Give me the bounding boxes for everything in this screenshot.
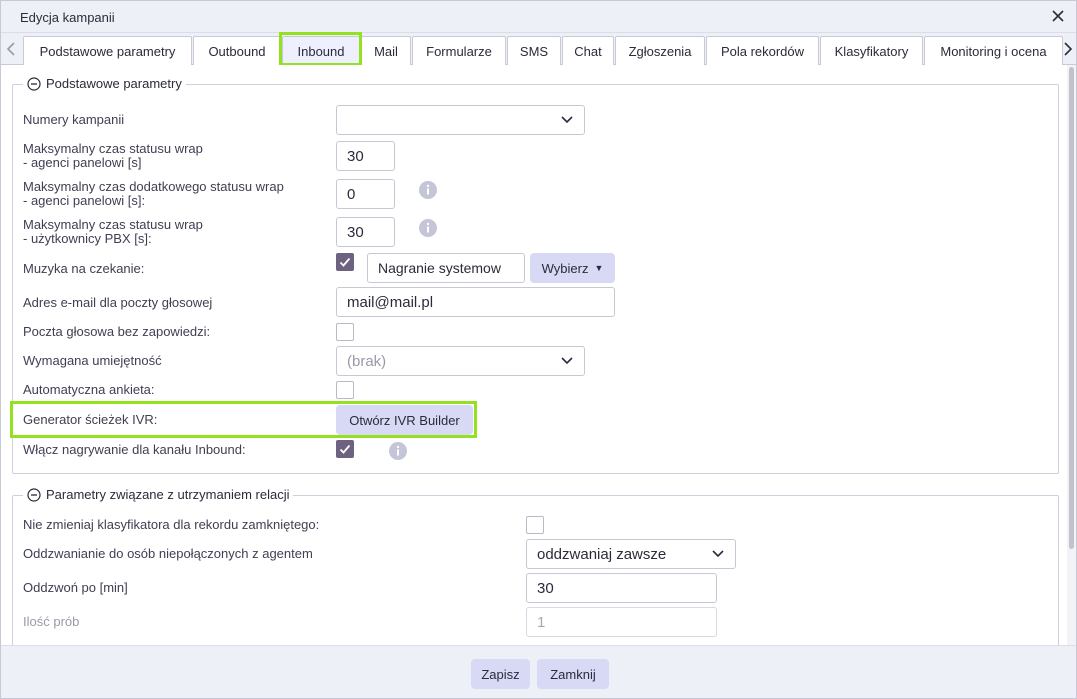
content-area: Podstawowe parametry Numery kampanii Mak… xyxy=(1,65,1069,665)
callback-after-label: Oddzwoń po [min] xyxy=(23,580,128,595)
tab-inbound[interactable]: Inbound xyxy=(282,36,360,65)
info-icon[interactable] xyxy=(389,442,407,460)
voicemail-no-announcement-label: Poczta głosowa bez zapowiedzi: xyxy=(23,324,211,339)
close-icon[interactable] xyxy=(1048,6,1068,26)
pbx-wrap-time-input[interactable]: 30 xyxy=(336,217,395,247)
ivr-generator-label: Generator ścieżek IVR: xyxy=(23,412,158,427)
keep-classifier-checkbox[interactable] xyxy=(526,516,544,534)
voicemail-no-announcement-checkbox[interactable] xyxy=(336,323,354,341)
campaign-edit-dialog: Edycja kampanii Podstawowe parametry Out… xyxy=(0,0,1077,699)
inbound-recording-label: Włącz nagrywanie dla kanału Inbound: xyxy=(23,442,246,457)
callback-label: Oddzwanianie do osób niepołączonych z ag… xyxy=(23,546,313,561)
save-button[interactable]: Zapisz xyxy=(471,659,530,689)
tab-klasyfikatory[interactable]: Klasyfikatory xyxy=(820,36,923,65)
auto-survey-label: Automatyczna ankieta: xyxy=(23,382,155,397)
chevron-down-icon xyxy=(560,115,574,125)
section-relationship-params-legend[interactable]: Parametry związane z utrzymaniem relacji xyxy=(23,487,294,502)
hold-music-value: Nagranie systemow xyxy=(367,253,525,283)
auto-survey-checkbox[interactable] xyxy=(336,381,354,399)
attempts-input[interactable]: 1 xyxy=(526,607,717,637)
wrap-time-label-line1: Maksymalny czas statusu wrap xyxy=(23,141,203,156)
keep-classifier-label: Nie zmieniaj klasyfikatora dla rekordu z… xyxy=(23,517,320,532)
tab-formularze[interactable]: Formularze xyxy=(412,36,506,65)
tab-pola-rekordow[interactable]: Pola rekordów xyxy=(706,36,819,65)
tab-podstawowe-parametry[interactable]: Podstawowe parametry xyxy=(23,36,192,65)
chevron-right-icon[interactable] xyxy=(1062,39,1074,59)
callback-select[interactable]: oddzwaniaj zawsze xyxy=(526,539,736,569)
wrap-time-label-line2: - agenci panelowi [s] xyxy=(23,155,142,170)
tab-zgloszenia[interactable]: Zgłoszenia xyxy=(615,36,705,65)
info-icon[interactable] xyxy=(419,219,437,237)
collapse-icon[interactable] xyxy=(27,76,41,91)
dialog-footer: Zapisz Zamknij xyxy=(1,645,1076,698)
hold-music-label: Muzyka na czekanie: xyxy=(23,261,145,276)
check-icon xyxy=(339,257,351,267)
callback-after-input[interactable]: 30 xyxy=(526,573,717,603)
hold-music-checkbox[interactable] xyxy=(336,253,354,271)
tab-mail[interactable]: Mail xyxy=(361,36,411,65)
caret-down-icon: ▼ xyxy=(594,263,604,273)
collapse-icon[interactable] xyxy=(27,487,41,502)
chevron-down-icon xyxy=(711,549,725,559)
campaign-numbers-label: Numery kampanii xyxy=(23,112,125,127)
inbound-recording-checkbox[interactable] xyxy=(336,440,354,458)
vertical-scrollbar[interactable] xyxy=(1067,65,1076,645)
pbx-wrap-time-label-line1: Maksymalny czas statusu wrap xyxy=(23,217,203,232)
attempts-label: Ilość prób xyxy=(23,614,80,629)
pbx-wrap-time-label-line2: - użytkownicy PBX [s]: xyxy=(23,231,152,246)
voicemail-email-input[interactable]: mail@mail.pl xyxy=(336,287,615,317)
section-basic-params-legend[interactable]: Podstawowe parametry xyxy=(23,76,186,91)
open-ivr-builder-button[interactable]: Otwórz IVR Builder xyxy=(336,405,473,435)
close-button[interactable]: Zamknij xyxy=(537,659,609,689)
title-bar: Edycja kampanii xyxy=(1,1,1076,33)
chevron-down-icon xyxy=(560,356,574,366)
campaign-numbers-select[interactable] xyxy=(336,105,585,135)
wrap-time-input[interactable]: 30 xyxy=(336,141,395,171)
tab-outbound[interactable]: Outbound xyxy=(193,36,281,65)
chevron-left-icon[interactable] xyxy=(5,39,17,59)
scrollbar-thumb[interactable] xyxy=(1069,67,1074,549)
info-icon[interactable] xyxy=(419,181,437,199)
section-title: Parametry związane z utrzymaniem relacji xyxy=(46,487,290,502)
extra-wrap-time-input[interactable]: 0 xyxy=(336,179,395,209)
tab-sms[interactable]: SMS xyxy=(507,36,561,65)
choose-music-button[interactable]: Wybierz ▼ xyxy=(530,253,615,283)
extra-wrap-time-label-line2: - agenci panelowi [s]: xyxy=(23,193,146,208)
required-skill-select[interactable]: (brak) xyxy=(336,346,585,376)
required-skill-label: Wymagana umiejętność xyxy=(23,353,162,368)
tab-chat[interactable]: Chat xyxy=(562,36,614,65)
voicemail-email-label: Adres e-mail dla poczty głosowej xyxy=(23,295,213,310)
section-title: Podstawowe parametry xyxy=(46,76,182,91)
tab-monitoring-i-ocena[interactable]: Monitoring i ocena xyxy=(924,36,1063,65)
tab-bar: Podstawowe parametry Outbound Inbound Ma… xyxy=(1,33,1076,65)
extra-wrap-time-label-line1: Maksymalny czas dodatkowego statusu wrap xyxy=(23,179,284,194)
check-icon xyxy=(339,444,351,454)
dialog-title: Edycja kampanii xyxy=(20,10,115,25)
